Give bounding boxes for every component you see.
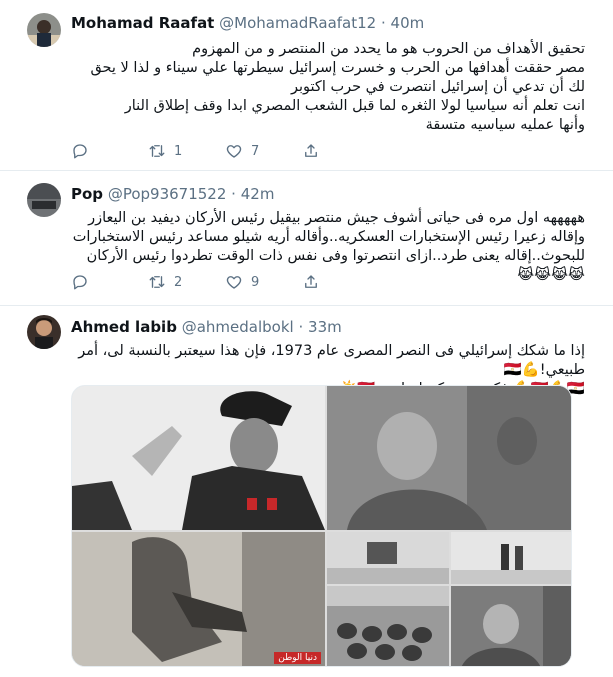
retweet-button[interactable]: 2 [148,272,182,292]
separator-dot: · [380,14,386,32]
retweet-icon [149,145,165,157]
avatar[interactable] [27,183,61,217]
timestamp[interactable]: 40m [391,14,425,32]
display-name[interactable]: Pop [71,185,103,203]
tweet-header: Mohamad Raafat @MohamadRaafat12 · 40m [71,14,424,32]
reply-icon [73,275,87,290]
photo-woman[interactable] [327,386,571,530]
avatar[interactable] [27,13,61,47]
tweet-header: Pop @Pop93671522 · 42m [71,185,274,203]
separator-dot: · [231,185,236,203]
retweet-count: 1 [174,143,183,159]
photo-prisoners[interactable] [327,586,449,666]
user-handle[interactable]: @ahmedalbokl [182,318,294,336]
tweet[interactable]: Mohamad Raafat @MohamadRaafat12 · 40m تح… [0,0,613,171]
like-count: 9 [251,274,260,290]
retweet-count: 2 [174,274,183,290]
share-icon [305,144,317,157]
display-name[interactable]: Mohamad Raafat [71,14,214,32]
share-button[interactable] [302,141,320,161]
photo-field-equipment[interactable] [327,532,449,584]
photo-woman-close[interactable] [451,586,571,666]
tweet-text: تحقيق الأهداف من الحروب هو ما يحدد من ال… [90,41,585,133]
retweet-button[interactable]: 1 [148,141,182,161]
photo-soldier[interactable]: دنيا الوطن [72,532,325,666]
reply-button[interactable] [71,272,97,292]
reply-button[interactable] [71,141,97,161]
separator-dot: · [298,318,304,336]
tweet-actions: 2 9 [71,272,331,292]
share-button[interactable] [302,272,320,292]
like-button[interactable]: 7 [225,141,259,161]
heart-icon [226,276,242,289]
share-icon [305,275,317,288]
like-count: 7 [251,143,260,159]
timestamp[interactable]: 42m [241,185,275,203]
tweet[interactable]: Pop @Pop93671522 · 42m هههههه اول مره فى… [0,171,613,306]
avatar[interactable] [27,315,61,349]
photo-saluting-officer[interactable] [72,386,325,530]
retweet-icon [149,276,165,288]
timestamp[interactable]: 33m [308,318,342,336]
heart-icon [226,145,242,158]
like-button[interactable]: 9 [225,272,259,292]
watermark: دنيا الوطن [274,652,321,664]
reply-icon [73,144,87,159]
user-handle[interactable]: @Pop93671522 [108,185,227,203]
tweet-actions: 1 7 [71,141,331,161]
tweet-header: Ahmed labib @ahmedalbokl · 33m [71,318,342,336]
photo-soldiers-standing[interactable] [451,532,571,584]
user-handle[interactable]: @MohamadRaafat12 [219,14,376,32]
media-grid[interactable]: دنيا الوطن [71,385,572,667]
display-name[interactable]: Ahmed labib [71,318,177,336]
